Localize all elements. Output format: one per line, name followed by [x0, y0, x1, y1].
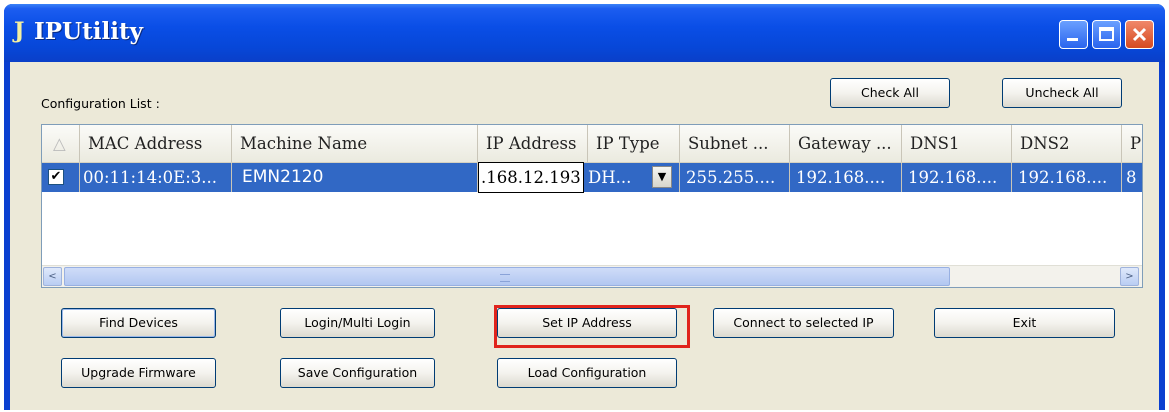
- column-header-p[interactable]: P: [1122, 125, 1142, 162]
- highlight-box: [494, 305, 690, 348]
- maximize-icon: [1099, 27, 1114, 41]
- close-icon: [1132, 27, 1147, 42]
- ip-type-combo[interactable]: DH... ▼: [584, 163, 680, 192]
- cell-mac: 00:11:14:0E:3...: [80, 163, 232, 192]
- title-bar[interactable]: J IPUtility: [4, 4, 1165, 62]
- configuration-table: △ MAC Address Machine Name IP Address IP…: [41, 124, 1143, 288]
- save-configuration-button[interactable]: Save Configuration: [280, 358, 435, 388]
- column-header-subnet[interactable]: Subnet ...: [680, 125, 790, 162]
- sort-indicator-icon[interactable]: △: [42, 125, 80, 162]
- chevron-down-icon[interactable]: ▼: [652, 166, 672, 188]
- minimize-button[interactable]: [1059, 20, 1088, 49]
- scrollbar-thumb[interactable]: [64, 267, 950, 286]
- minimize-icon: [1067, 38, 1078, 41]
- connect-to-selected-ip-button[interactable]: Connect to selected IP: [713, 308, 894, 338]
- cell-dns1: 192.168....: [902, 163, 1012, 192]
- column-header-dns1[interactable]: DNS1: [902, 125, 1012, 162]
- column-header-dns2[interactable]: DNS2: [1012, 125, 1122, 162]
- client-area: Configuration List : Check All Uncheck A…: [10, 62, 1159, 410]
- cell-machine-name: EMN2120: [232, 163, 478, 192]
- column-header-gateway[interactable]: Gateway ...: [790, 125, 902, 162]
- check-all-button[interactable]: Check All: [830, 78, 950, 108]
- column-header-ip-type[interactable]: IP Type: [588, 125, 680, 162]
- load-configuration-button[interactable]: Load Configuration: [497, 358, 677, 388]
- uncheck-all-button[interactable]: Uncheck All: [1002, 78, 1122, 108]
- column-header-ip-address[interactable]: IP Address: [478, 125, 588, 162]
- find-devices-button[interactable]: Find Devices: [61, 308, 216, 338]
- ip-address-edit-field[interactable]: .168.12.193: [478, 162, 584, 193]
- window-title: IPUtility: [34, 18, 143, 45]
- upgrade-firmware-button[interactable]: Upgrade Firmware: [61, 358, 216, 388]
- exit-button[interactable]: Exit: [934, 308, 1115, 338]
- row-checkbox-cell[interactable]: ✔: [42, 163, 80, 192]
- column-header-mac[interactable]: MAC Address: [80, 125, 232, 162]
- cell-subnet: 255.255....: [680, 163, 790, 192]
- cell-p: 8: [1122, 163, 1142, 192]
- scroll-right-icon[interactable]: >: [1120, 267, 1139, 286]
- cell-gateway: 192.168....: [790, 163, 902, 192]
- maximize-button[interactable]: [1092, 20, 1121, 49]
- configuration-list-label: Configuration List :: [41, 96, 160, 111]
- row-checkbox[interactable]: ✔: [48, 169, 64, 185]
- horizontal-scrollbar[interactable]: < >: [42, 265, 1142, 287]
- cell-dns2: 192.168....: [1012, 163, 1122, 192]
- close-button[interactable]: [1125, 20, 1154, 49]
- scroll-left-icon[interactable]: <: [43, 267, 62, 286]
- app-window: J IPUtility Configuration List : Check A…: [4, 4, 1165, 410]
- table-row[interactable]: ✔ 00:11:14:0E:3... EMN2120 .168.12.193 D…: [42, 162, 1142, 193]
- grip-icon: [500, 274, 510, 282]
- ip-type-value: DH...: [588, 168, 632, 187]
- app-icon: J: [14, 18, 25, 44]
- table-header: △ MAC Address Machine Name IP Address IP…: [42, 125, 1142, 164]
- login-multi-login-button[interactable]: Login/Multi Login: [280, 308, 435, 338]
- column-header-machine-name[interactable]: Machine Name: [232, 125, 478, 162]
